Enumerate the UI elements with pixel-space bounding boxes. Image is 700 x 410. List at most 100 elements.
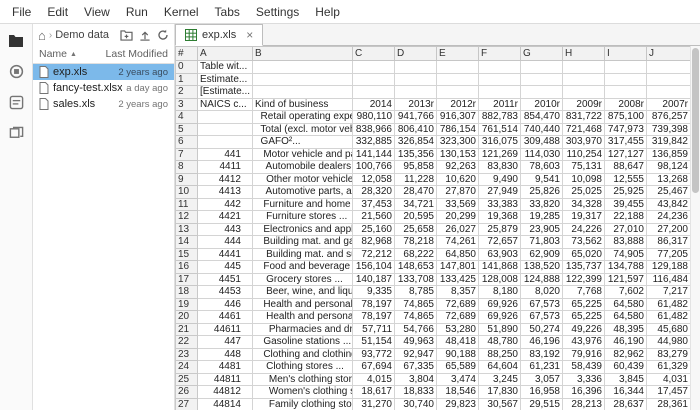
sheet-cell[interactable]: 133,708 (395, 273, 437, 286)
sheet-cell[interactable]: 44,980 (647, 336, 691, 349)
sheet-cell[interactable]: 46,196 (521, 336, 563, 349)
sheet-cell[interactable]: 3,336 (563, 373, 605, 386)
sheet-cell[interactable]: 78,197 (353, 298, 395, 311)
sheet-cell[interactable]: 75,131 (563, 161, 605, 174)
sheet-cell[interactable] (563, 73, 605, 86)
sheet-cell[interactable]: 134,788 (605, 261, 647, 274)
sheet-cell[interactable]: 21,560 (353, 211, 395, 224)
row-header-cell[interactable]: 0 (176, 61, 198, 74)
sheet-cell[interactable]: 147,801 (437, 261, 479, 274)
menu-item-edit[interactable]: Edit (39, 5, 76, 19)
sheet-cell[interactable]: GAFO²... (253, 136, 353, 149)
sheet-cell[interactable] (479, 73, 521, 86)
sheet-cell[interactable]: 740,440 (521, 123, 563, 136)
sheet-cell[interactable]: Health and personal c... (253, 298, 353, 311)
sheet-cell[interactable] (521, 73, 563, 86)
file-item[interactable]: exp.xls2 years ago (33, 64, 174, 80)
sheet-cell[interactable]: 22,188 (605, 211, 647, 224)
sheet-cell[interactable]: Clothing and clothing ... (253, 348, 353, 361)
sheet-cell[interactable]: Retail operating expense... (253, 111, 353, 124)
sheet-cell[interactable]: 34,328 (563, 198, 605, 211)
sheet-cell[interactable]: 133,425 (437, 273, 479, 286)
sheet-cell[interactable]: 875,100 (605, 111, 647, 124)
sheet-cell[interactable]: 23,905 (521, 223, 563, 236)
tab-exp-xls[interactable]: exp.xls × (175, 24, 263, 46)
sheet-cell[interactable]: Family clothing stores ... (253, 398, 353, 410)
sheet-cell[interactable]: 63,903 (479, 248, 521, 261)
sheet-cell[interactable]: 441 (198, 148, 253, 161)
sheet-cell[interactable]: 128,008 (479, 273, 521, 286)
sheet-cell[interactable]: 62,909 (521, 248, 563, 261)
column-header-last-modified[interactable]: Last Modified (106, 48, 168, 60)
sheet-cell[interactable]: 3,057 (521, 373, 563, 386)
sheet-cell[interactable]: 98,124 (647, 161, 691, 174)
sheet-cell[interactable]: 2007r (647, 98, 691, 111)
sheet-cell[interactable]: 2013r (395, 98, 437, 111)
sheet-cell[interactable] (647, 86, 691, 99)
sheet-cell[interactable]: 26,027 (437, 223, 479, 236)
file-item[interactable]: sales.xls2 years ago (33, 96, 174, 112)
sheet-cell[interactable]: 739,398 (647, 123, 691, 136)
sheet-cell[interactable]: 58,439 (563, 361, 605, 374)
sheet-cell[interactable]: 4411 (198, 161, 253, 174)
sheet-cell[interactable]: 51,154 (353, 336, 395, 349)
sheet-cell[interactable] (437, 61, 479, 74)
row-header-cell[interactable]: 1 (176, 73, 198, 86)
sheet-cell[interactable]: 49,963 (395, 336, 437, 349)
sheet-cell[interactable]: Total (excl. motor vehicle... (253, 123, 353, 136)
sheet-cell[interactable]: 20,595 (395, 211, 437, 224)
column-header-F[interactable]: F (479, 47, 521, 61)
sheet-cell[interactable]: Building mat. and gard... (253, 236, 353, 249)
sheet-cell[interactable]: 61,329 (647, 361, 691, 374)
sheet-cell[interactable]: 83,192 (521, 348, 563, 361)
sheet-cell[interactable]: Kind of business (253, 98, 353, 111)
sheet-cell[interactable]: 25,658 (395, 223, 437, 236)
sheet-cell[interactable]: 980,110 (353, 111, 395, 124)
sheet-cell[interactable]: 127,127 (605, 148, 647, 161)
row-header-cell[interactable]: 11 (176, 198, 198, 211)
sheet-cell[interactable]: 941,766 (395, 111, 437, 124)
sheet-cell[interactable]: 319,842 (647, 136, 691, 149)
sheet-cell[interactable]: 43,842 (647, 198, 691, 211)
sheet-cell[interactable]: 27,949 (479, 186, 521, 199)
sheet-cell[interactable]: 72,212 (353, 248, 395, 261)
sheet-cell[interactable]: 39,455 (605, 198, 647, 211)
sheet-cell[interactable]: 18,833 (395, 386, 437, 399)
sheet-cell[interactable]: 141,144 (353, 148, 395, 161)
sheet-cell[interactable]: 74,261 (437, 236, 479, 249)
sheet-cell[interactable]: 79,916 (563, 348, 605, 361)
sheet-cell[interactable]: 50,274 (521, 323, 563, 336)
sheet-cell[interactable]: 31,270 (353, 398, 395, 410)
sheet-cell[interactable]: 92,947 (395, 348, 437, 361)
sheet-cell[interactable]: 326,854 (395, 136, 437, 149)
scrollbar-thumb[interactable] (692, 48, 699, 193)
sheet-cell[interactable]: 2009r (563, 98, 605, 111)
sheet-cell[interactable]: 4461 (198, 311, 253, 324)
sheet-cell[interactable]: 9,490 (479, 173, 521, 186)
sheet-cell[interactable]: 24,236 (647, 211, 691, 224)
sheet-cell[interactable]: Automotive parts, acc... (253, 186, 353, 199)
file-item[interactable]: fancy-test.xlsxa day ago (33, 80, 174, 96)
sheet-cell[interactable]: 82,962 (605, 348, 647, 361)
row-header-cell[interactable]: 23 (176, 348, 198, 361)
sheet-cell[interactable]: 3,845 (605, 373, 647, 386)
sheet-cell[interactable]: 121,269 (479, 148, 521, 161)
sheet-cell[interactable]: Clothing stores ... (253, 361, 353, 374)
sheet-cell[interactable]: 19,285 (521, 211, 563, 224)
row-header-cell[interactable]: 13 (176, 223, 198, 236)
sheet-cell[interactable]: 64,580 (605, 298, 647, 311)
menu-item-help[interactable]: Help (307, 5, 348, 19)
column-header-J[interactable]: J (647, 47, 691, 61)
sheet-cell[interactable]: 747,973 (605, 123, 647, 136)
file-browser-folder-icon[interactable] (8, 34, 24, 48)
open-tabs-icon[interactable] (9, 126, 24, 141)
menu-item-kernel[interactable]: Kernel (156, 5, 207, 19)
sheet-cell[interactable] (198, 123, 253, 136)
row-header-cell[interactable]: 7 (176, 148, 198, 161)
sheet-cell[interactable]: 65,225 (563, 311, 605, 324)
sheet-cell[interactable]: Pharmacies and drug s... (253, 323, 353, 336)
sheet-cell[interactable]: 78,218 (395, 236, 437, 249)
sheet-cell[interactable]: 130,153 (437, 148, 479, 161)
sheet-cell[interactable]: Estimate... (198, 73, 253, 86)
row-header-cell[interactable]: 10 (176, 186, 198, 199)
